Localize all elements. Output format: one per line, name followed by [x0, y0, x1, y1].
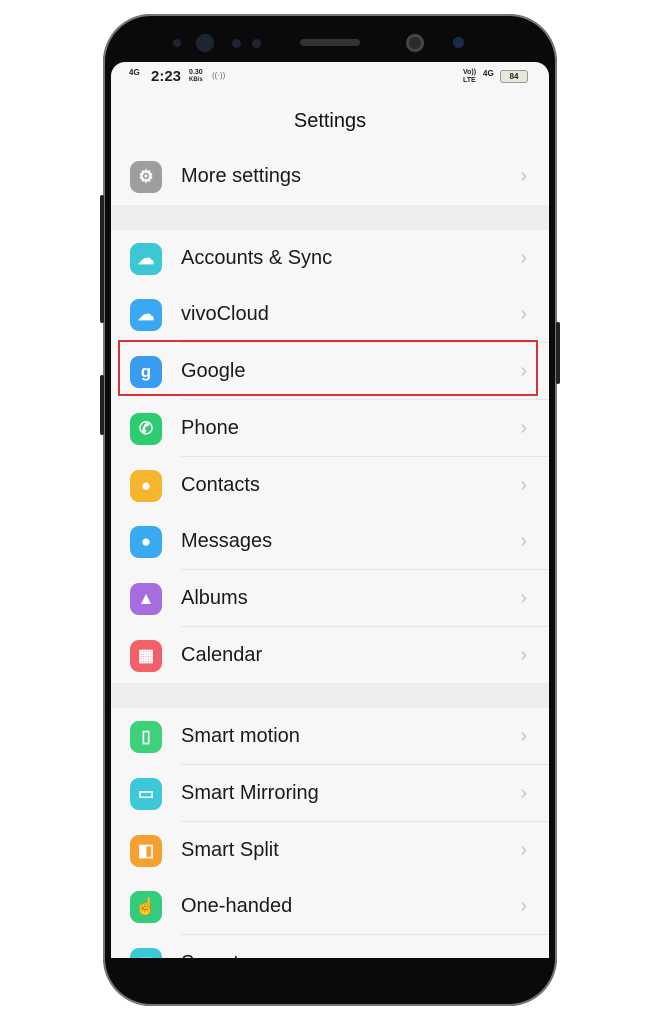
battery-icon: 84 — [500, 70, 528, 83]
hand-icon: ☝ — [130, 891, 162, 924]
settings-item-more-settings[interactable]: ⚙ More settings › — [111, 148, 549, 205]
settings-item-label: Smart Split — [181, 838, 279, 861]
net-speed: 0.30 — [189, 69, 203, 76]
image-icon: ▲ — [130, 582, 162, 615]
settings-item-label: One-handed — [181, 895, 293, 918]
chevron-right-icon: › — [520, 246, 527, 269]
cloud-sync-icon: ☁ — [130, 242, 162, 275]
page-title: Settings — [293, 110, 367, 132]
sensor-icon — [453, 37, 464, 48]
settings-item-label: Messages — [181, 530, 273, 553]
smart-motion-icon: ▯ — [130, 721, 162, 754]
settings-item-label: Calendar — [181, 643, 263, 666]
iris-camera-icon — [196, 34, 214, 52]
settings-item-contacts[interactable]: ● Contacts › — [111, 456, 549, 514]
settings-item-smart-mirroring[interactable]: ▭ Smart Mirroring › — [111, 765, 549, 822]
settings-item-calendar[interactable]: ▦ Calendar › — [111, 626, 549, 684]
bixby-button — [100, 375, 104, 435]
chevron-right-icon: › — [520, 725, 527, 748]
phone-icon: ✆ — [130, 412, 162, 445]
settings-item-smart-split[interactable]: ◧ Smart Split › — [111, 821, 549, 879]
gear-icon: ⚙ — [130, 161, 162, 193]
settings-item-smart-motion[interactable]: ▯ Smart motion › — [111, 708, 549, 766]
chevron-right-icon: › — [520, 165, 527, 187]
clock: 2:23 — [151, 68, 182, 85]
settings-item-label: Smart Mirroring — [181, 782, 319, 804]
chevron-right-icon: › — [520, 643, 527, 666]
split-icon: ◧ — [130, 834, 162, 867]
sensor-icon — [173, 39, 181, 47]
settings-item-phone[interactable]: ✆ Phone › — [111, 399, 549, 457]
settings-item-label: S-capture — [181, 952, 268, 958]
calendar-icon: ▦ — [130, 639, 162, 672]
settings-item-label: More settings — [181, 165, 302, 187]
volume-button — [100, 195, 104, 323]
sensor-icon — [232, 39, 241, 48]
settings-item-albums[interactable]: ▲ Albums › — [111, 569, 549, 627]
mirroring-icon: ▭ — [130, 778, 162, 810]
network-indicator-right: 4G — [483, 69, 494, 78]
front-camera-icon — [406, 34, 424, 52]
screenshot-icon: ▣ — [130, 948, 162, 958]
chevron-right-icon: › — [520, 586, 527, 609]
chevron-right-icon: › — [520, 782, 527, 804]
net-speed-unit: KB/s — [189, 77, 203, 83]
message-icon: ● — [130, 526, 162, 559]
status-bar: 4G 2:23 0.30 KB/s ((·)) Vo)) LTE 4G 84 — [111, 62, 549, 92]
chevron-right-icon: › — [520, 530, 527, 553]
hotspot-icon: ((·)) — [212, 71, 226, 80]
settings-item-s-capture[interactable]: ▣ S-capture › — [111, 935, 549, 958]
speaker-grille — [300, 39, 360, 46]
chevron-right-icon: › — [520, 303, 527, 326]
chevron-right-icon: › — [520, 895, 527, 918]
settings-item-label: Smart motion — [181, 725, 300, 748]
sensor-icon — [252, 39, 261, 48]
chevron-right-icon: › — [520, 838, 527, 861]
section-divider — [111, 204, 549, 233]
cloud-icon: ☁ — [130, 299, 162, 332]
settings-item-one-handed[interactable]: ☝ One-handed › — [111, 878, 549, 936]
settings-item-accounts-sync[interactable]: ☁ Accounts & Sync › — [111, 229, 549, 287]
volte-indicator: Vo)) LTE — [463, 69, 477, 84]
highlight-box — [118, 340, 538, 396]
chevron-right-icon: › — [520, 473, 527, 496]
settings-item-label: Accounts & Sync — [181, 246, 333, 269]
contact-icon: ● — [130, 469, 162, 502]
power-button — [556, 322, 560, 384]
settings-item-messages[interactable]: ● Messages › — [111, 513, 549, 571]
settings-item-label: Albums — [181, 586, 248, 609]
network-indicator: 4G — [129, 68, 140, 77]
settings-item-label: Phone — [181, 416, 239, 439]
settings-screen: 4G 2:23 0.30 KB/s ((·)) Vo)) LTE 4G 84 S… — [111, 62, 549, 958]
section-divider — [111, 683, 549, 712]
settings-item-label: vivoCloud — [181, 303, 269, 326]
settings-item-label: Contacts — [181, 473, 260, 496]
chevron-right-icon: › — [520, 416, 527, 439]
chevron-right-icon: › — [520, 952, 527, 958]
settings-item-vivocloud[interactable]: ☁ vivoCloud › — [111, 286, 549, 344]
